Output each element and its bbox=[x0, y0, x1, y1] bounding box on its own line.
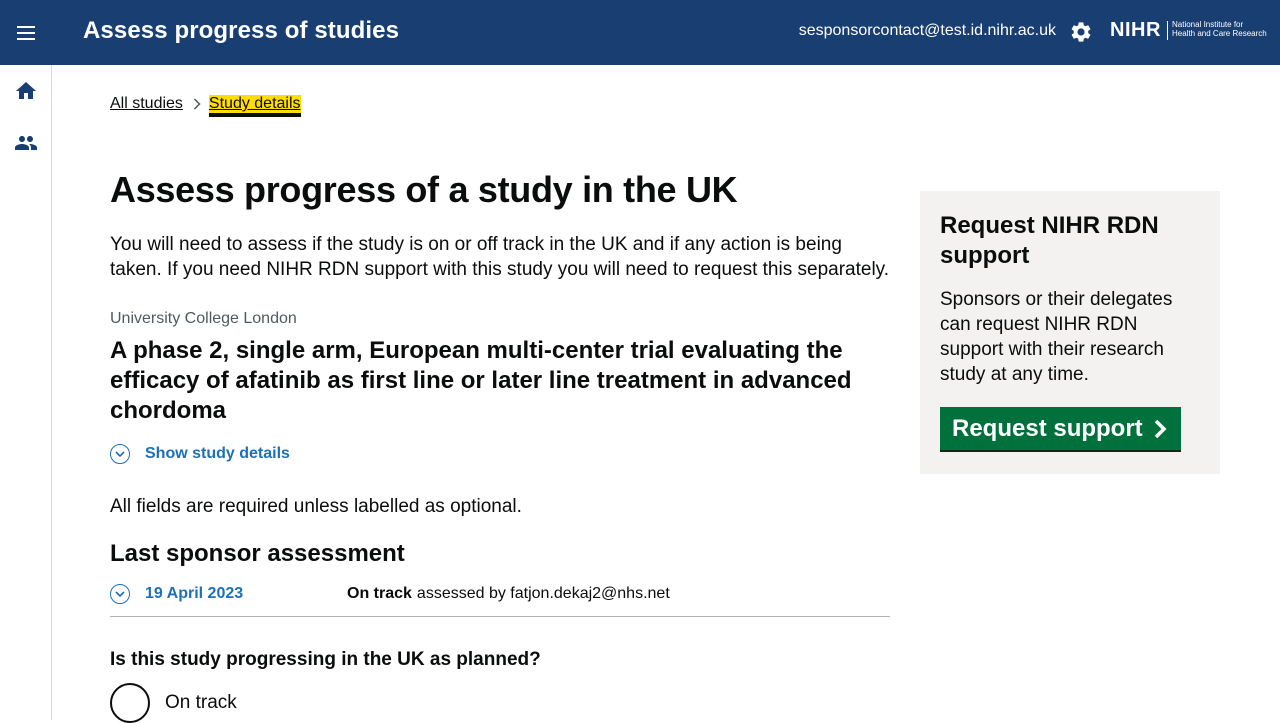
request-support-button[interactable]: Request support bbox=[940, 407, 1181, 450]
assessment-status: On track bbox=[347, 585, 412, 602]
user-email: sesponsorcontact@test.id.nihr.ac.uk bbox=[798, 22, 1056, 39]
hamburger-menu-icon[interactable] bbox=[15, 21, 39, 45]
logo-acronym: NIHR bbox=[1110, 19, 1161, 41]
people-icon[interactable] bbox=[14, 131, 38, 155]
study-title: A phase 2, single arm, European multi-ce… bbox=[110, 337, 852, 424]
gear-icon[interactable] bbox=[1069, 20, 1093, 44]
assessment-assessor: assessed by fatjon.dekaj2@nhs.net bbox=[416, 585, 670, 602]
breadcrumb: All studies Study details bbox=[110, 95, 301, 113]
required-fields-note: All fields are required unless labelled … bbox=[110, 496, 522, 517]
logo-text: National Institute for Health and Care R… bbox=[1172, 20, 1280, 38]
app-title: Assess progress of studies bbox=[83, 17, 400, 44]
progress-question: Is this study progressing in the UK as p… bbox=[110, 649, 541, 670]
support-panel-text: Sponsors or their delegates can request … bbox=[940, 289, 1173, 385]
header-bar: Assess progress of studies sesponsorcont… bbox=[0, 0, 1280, 65]
radio-label: On track bbox=[165, 692, 237, 713]
radio-button[interactable] bbox=[110, 683, 150, 723]
nihr-logo: NIHR National Institute for Health and C… bbox=[1110, 18, 1270, 48]
breadcrumb-all-studies[interactable]: All studies bbox=[110, 95, 183, 113]
logo-divider bbox=[1167, 21, 1168, 40]
last-assessment-row[interactable]: 19 April 2023 On track assessed by fatjo… bbox=[110, 584, 890, 617]
support-panel-title: Request NIHR RDN support bbox=[940, 212, 1159, 269]
radio-option-on-track[interactable]: On track bbox=[110, 683, 890, 723]
assessment-date[interactable]: 19 April 2023 bbox=[145, 585, 347, 603]
chevron-down-icon bbox=[110, 444, 130, 464]
support-panel: Request NIHR RDN support Sponsors or the… bbox=[920, 191, 1220, 474]
last-assessment-heading: Last sponsor assessment bbox=[110, 540, 405, 567]
main-content: Assess progress of a study in the UK You… bbox=[110, 170, 890, 723]
logo-line1: National Institute for bbox=[1172, 20, 1244, 29]
show-study-details-toggle[interactable]: Show study details bbox=[110, 444, 890, 464]
request-support-label: Request support bbox=[952, 414, 1143, 442]
breadcrumb-study-details[interactable]: Study details bbox=[208, 95, 301, 113]
home-icon[interactable] bbox=[14, 79, 38, 103]
intro-text: You will need to assess if the study is … bbox=[110, 234, 890, 280]
organisation-caption: University College London bbox=[110, 310, 297, 327]
chevron-right-icon bbox=[193, 98, 201, 110]
page-title: Assess progress of a study in the UK bbox=[110, 169, 738, 210]
sidebar bbox=[0, 65, 52, 720]
chevron-down-icon bbox=[110, 584, 130, 604]
show-study-details-label: Show study details bbox=[145, 445, 290, 462]
logo-line2: Health and Care Research bbox=[1172, 29, 1267, 38]
chevron-right-icon bbox=[1154, 419, 1167, 438]
